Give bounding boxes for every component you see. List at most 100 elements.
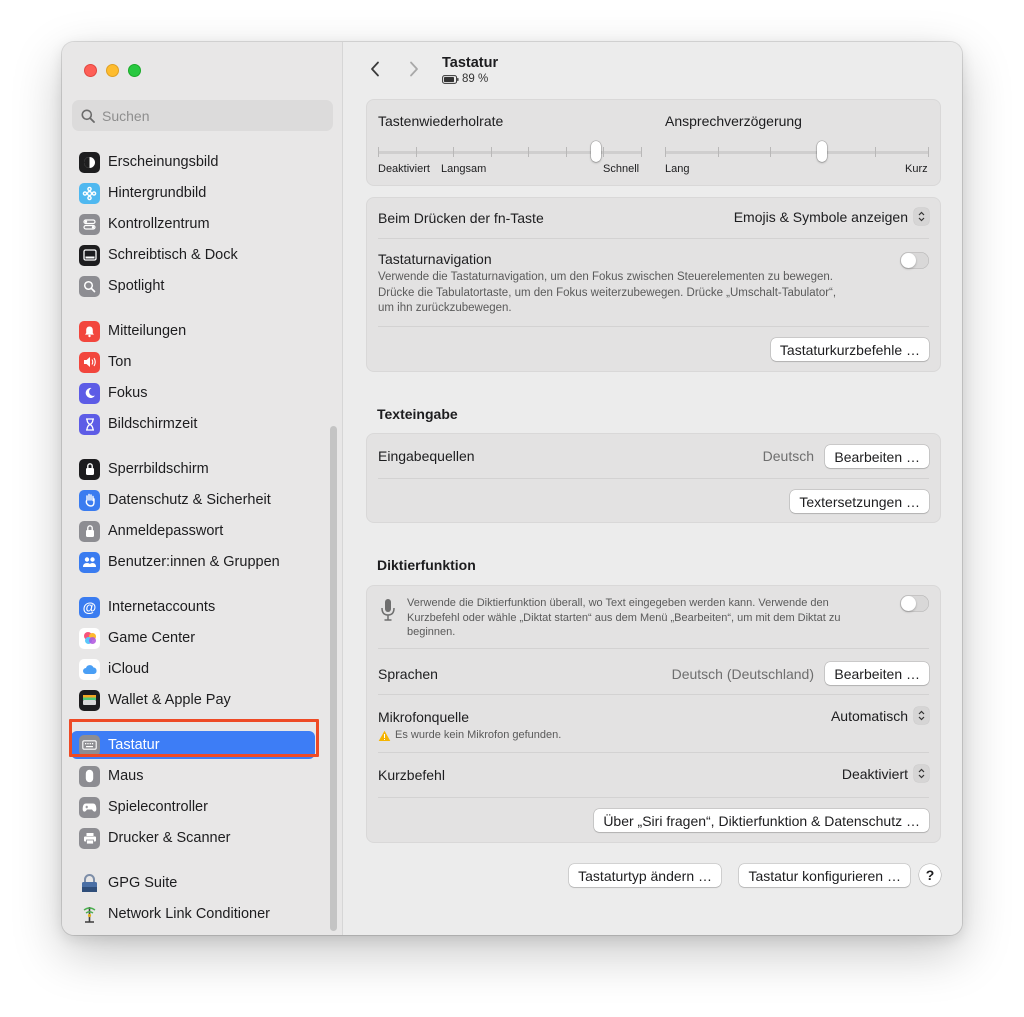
sidebar-item-label: Bildschirmzeit: [108, 416, 198, 432]
sidebar-item-label: GPG Suite: [108, 875, 178, 891]
key-repeat-card: Tastenwiederholrate Deaktiviert Langsam …: [366, 99, 941, 186]
battery-icon: [442, 74, 459, 84]
sidebar-item-gpg-suite[interactable]: GPG Suite: [71, 869, 315, 897]
minimize-window-button[interactable]: [106, 64, 119, 77]
shortcut-popup[interactable]: Deaktiviert: [842, 765, 929, 782]
dictation-toggle[interactable]: [900, 595, 929, 612]
configure-keyboard-button[interactable]: Tastatur konfigurieren …: [739, 864, 910, 887]
slider-tick: [416, 147, 417, 157]
slider-thumb[interactable]: [817, 141, 827, 162]
sidebar-item-sperrbildschirm[interactable]: Sperrbildschirm: [71, 455, 315, 483]
microphone-source-popup[interactable]: Automatisch: [831, 707, 929, 724]
fn-key-popup[interactable]: Emojis & Symbole anzeigen: [734, 208, 929, 225]
slider-tick: [566, 147, 567, 157]
edit-input-sources-button[interactable]: Bearbeiten …: [825, 445, 929, 468]
users-groups-icon: [79, 551, 100, 573]
sidebar-item-label: Erscheinungsbild: [108, 154, 219, 170]
sound-icon: [79, 351, 100, 373]
input-sources-value: Deutsch: [762, 448, 814, 464]
sidebar-item-mitteilungen[interactable]: Mitteilungen: [71, 317, 315, 345]
mouse-icon: [79, 765, 100, 787]
sidebar-item-anmeldepasswort[interactable]: Anmeldepasswort: [71, 517, 315, 545]
siri-privacy-button[interactable]: Über „Siri fragen“, Diktierfunktion & Da…: [594, 809, 929, 832]
change-keyboard-type-button[interactable]: Tastaturtyp ändern …: [569, 864, 721, 887]
toggle-knob: [901, 253, 916, 268]
sidebar-item-drucker-scanner[interactable]: Drucker & Scanner: [71, 824, 315, 852]
sidebar-item-label: Internetaccounts: [108, 599, 216, 615]
icloud-icon: [79, 658, 100, 680]
sidebar-item-erscheinungsbild[interactable]: Erscheinungsbild: [71, 148, 315, 176]
sidebar-item-fokus[interactable]: Fokus: [71, 379, 315, 407]
fn-key-label: Beim Drücken der fn-Taste: [378, 210, 544, 226]
close-window-button[interactable]: [84, 64, 97, 77]
keyboard-shortcuts-button[interactable]: Tastaturkurzbefehle …: [770, 338, 929, 361]
sidebar-item-internetaccounts[interactable]: @ Internetaccounts: [71, 593, 315, 621]
wallpaper-icon: [79, 182, 100, 204]
delay-slider[interactable]: [665, 141, 929, 162]
help-button[interactable]: ?: [919, 864, 941, 886]
game-center-icon: [79, 627, 100, 649]
text-input-card: Eingabequellen Deutsch Bearbeiten … Text…: [366, 433, 941, 523]
text-input-heading: Texteingabe: [377, 406, 458, 422]
sidebar-item-network-link-conditioner[interactable]: Network Link Conditioner: [71, 900, 315, 928]
sidebar-item-datenschutz-sicherheit[interactable]: Datenschutz & Sicherheit: [71, 486, 315, 514]
sidebar-item-maus[interactable]: Maus: [71, 762, 315, 790]
keyboard-navigation-toggle[interactable]: [900, 252, 929, 269]
repeat-rate-min-label: Deaktiviert: [378, 163, 430, 175]
sidebar-item-label: Hintergrundbild: [108, 185, 207, 201]
slider-tick: [453, 147, 454, 157]
sidebar-item-wallet-apple-pay[interactable]: Wallet & Apple Pay: [71, 686, 315, 714]
sidebar-item-ton[interactable]: Ton: [71, 348, 315, 376]
sidebar-item-benutzer-gruppen[interactable]: Benutzer:innen & Gruppen: [71, 548, 315, 576]
chevron-left-icon: [371, 61, 379, 77]
chevron-right-icon: [410, 61, 418, 77]
shortcut-value: Deaktiviert: [841, 765, 908, 782]
slider-tick: [928, 147, 929, 157]
edit-languages-button[interactable]: Bearbeiten …: [825, 662, 929, 685]
divider: [378, 238, 929, 239]
sidebar-item-label: Fokus: [108, 385, 148, 401]
sidebar-item-tastatur[interactable]: Tastatur: [71, 731, 315, 759]
sidebar-scrollbar[interactable]: [330, 426, 337, 931]
keyboard-navigation-label: Tastaturnavigation: [378, 251, 492, 267]
sidebar-item-kontrollzentrum[interactable]: Kontrollzentrum: [71, 210, 315, 238]
dictation-heading: Diktierfunktion: [377, 557, 476, 573]
repeat-rate-slider[interactable]: [378, 141, 642, 162]
printer-icon: [79, 827, 100, 849]
divider: [378, 797, 929, 798]
delay-right-label: Kurz: [905, 163, 928, 175]
sidebar-item-icloud[interactable]: iCloud: [71, 655, 315, 683]
zoom-window-button[interactable]: [128, 64, 141, 77]
sidebar-item-game-center[interactable]: Game Center: [71, 624, 315, 652]
search-input[interactable]: [102, 107, 312, 124]
privacy-hand-icon: [79, 489, 100, 511]
divider: [378, 478, 929, 479]
sidebar-item-bildschirmzeit[interactable]: Bildschirmzeit: [71, 410, 315, 438]
battery-percent: 89 %: [462, 73, 489, 85]
slider-tick: [665, 147, 666, 157]
warning-icon: [378, 730, 391, 741]
sidebar-item-label: Spielecontroller: [108, 799, 208, 815]
text-replacements-button[interactable]: Textersetzungen …: [790, 490, 929, 513]
sidebar-item-schreibtisch-dock[interactable]: Schreibtisch & Dock: [71, 241, 315, 269]
input-sources-label: Eingabequellen: [378, 448, 475, 464]
forward-button[interactable]: [405, 59, 423, 79]
sidebar-item-hintergrundbild[interactable]: Hintergrundbild: [71, 179, 315, 207]
sidebar-item-label: Drucker & Scanner: [108, 830, 231, 846]
divider: [378, 648, 929, 649]
sidebar-item-spielecontroller[interactable]: Spielecontroller: [71, 793, 315, 821]
dictation-card: Verwende die Diktierfunktion überall, wo…: [366, 585, 941, 843]
slider-tick: [378, 147, 379, 157]
slider-tick: [875, 147, 876, 157]
slider-tick: [603, 147, 604, 157]
search-field[interactable]: [72, 100, 333, 131]
sidebar-item-label: Game Center: [108, 630, 196, 646]
keyboard-icon: [79, 734, 100, 756]
slider-thumb[interactable]: [591, 141, 601, 162]
sidebar-item-spotlight[interactable]: Spotlight: [71, 272, 315, 300]
microphone-source-value: Automatisch: [830, 707, 908, 724]
chevron-updown-icon: [914, 765, 929, 782]
sidebar-item-label: Tastatur: [108, 737, 160, 753]
sidebar-item-label: Kontrollzentrum: [108, 216, 210, 232]
back-button[interactable]: [366, 59, 384, 79]
